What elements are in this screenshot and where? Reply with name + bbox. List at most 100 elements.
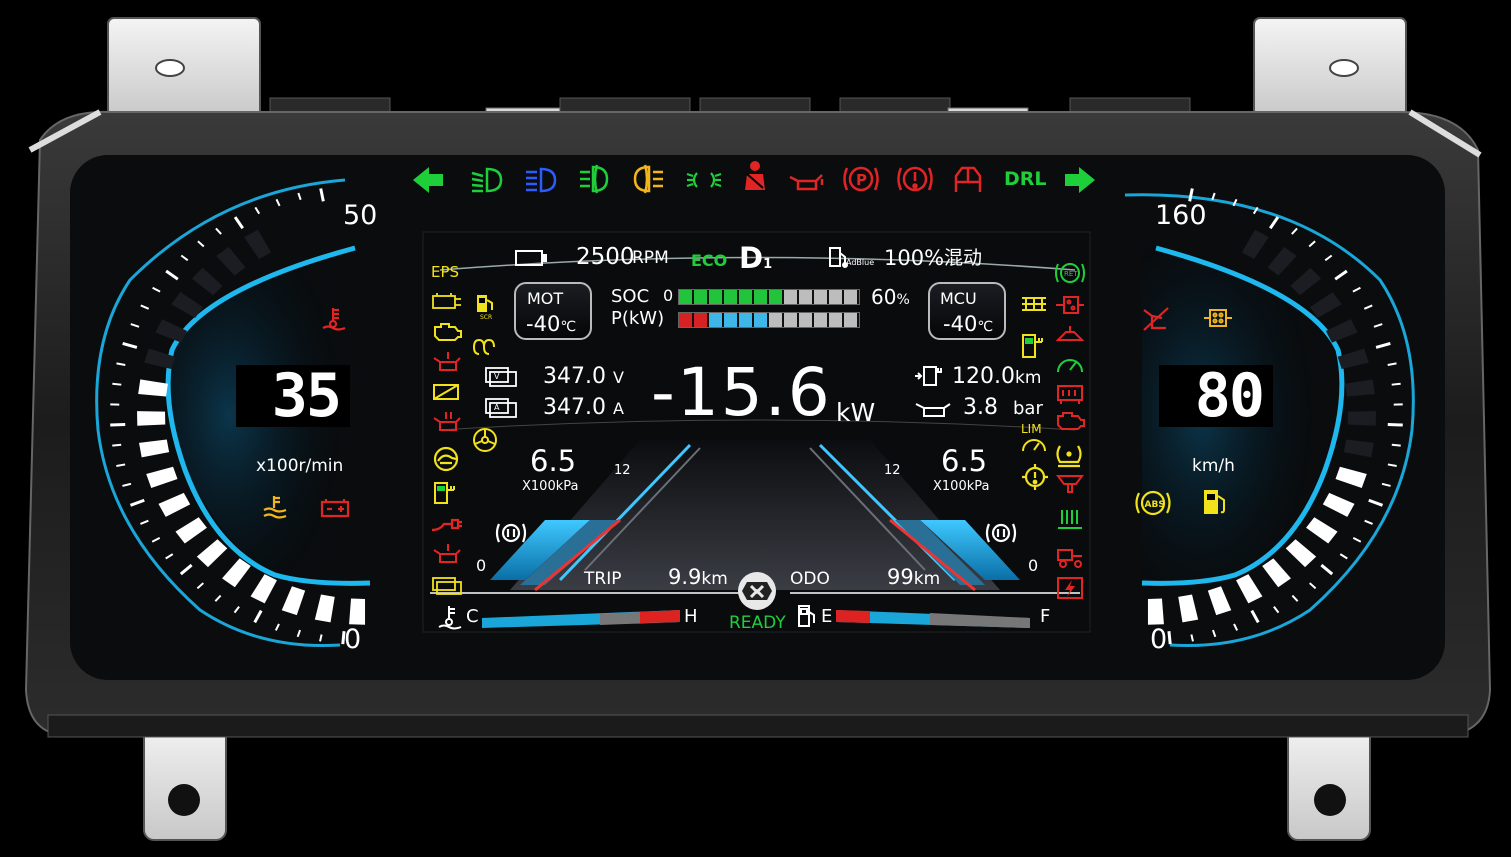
soc-bar-segment [769, 290, 784, 304]
right-gauge-segment [1241, 229, 1269, 259]
odo-unit: km [913, 569, 941, 589]
left-gauge-tick [140, 304, 150, 310]
check-engine-icon [430, 320, 464, 344]
lim-gauge-icon [1020, 435, 1048, 453]
speed-min-label: 0 [1150, 624, 1168, 655]
adblue-label: AdBlue [846, 258, 875, 267]
odo-number: 99 [887, 565, 914, 589]
mcu-temp-unit: ℃ [977, 319, 994, 335]
soc-label: SOC [611, 286, 650, 307]
left-gauge-segment [158, 492, 191, 517]
range-number: 120.0 [952, 364, 1015, 389]
soc-bar-segment [694, 290, 709, 304]
soc-bar-segment [784, 290, 799, 304]
scr-label: SCR [480, 314, 493, 321]
right-gauge-segment [1347, 411, 1376, 426]
low-fuel-icon [1200, 486, 1230, 518]
right-gauge-tick [1309, 582, 1317, 590]
power-bar-segment [694, 313, 709, 327]
right-gauge-tick [1324, 254, 1333, 262]
left-gauge-tick [165, 553, 174, 560]
right-gauge-tick [1252, 206, 1259, 215]
rpm-value: 2500 [576, 244, 635, 270]
seat-warning-icon [1054, 322, 1086, 348]
front-fog-icon [576, 162, 612, 196]
left-gauge-tick [180, 254, 189, 262]
power-bar-segment [829, 313, 844, 327]
soc-bar-segment [844, 290, 859, 304]
voltage-number: 347.0 [543, 364, 606, 389]
left-pressure-value: 6.5 [530, 444, 577, 478]
oil-pressure-icon [786, 166, 826, 194]
oil-filter-icon [1054, 470, 1086, 498]
svg-text:P: P [856, 171, 867, 189]
abs-icon: ABS [1134, 488, 1172, 518]
svg-text:V: V [494, 372, 500, 381]
power-value: -15.6 [651, 354, 832, 431]
left-gauge-tick [254, 206, 261, 215]
left-gauge-tick [296, 629, 301, 638]
odo-label: ODO [790, 569, 830, 589]
soc-bar-segment [724, 290, 739, 304]
right-gauge-tick [1391, 382, 1401, 386]
left-gauge-tick [122, 482, 132, 487]
lim-label: LIM [1021, 422, 1042, 436]
right-gauge-segment [1345, 379, 1375, 397]
mcu-temp-value: -40℃ [943, 314, 993, 335]
right-brake-pressure-icon [985, 520, 1017, 546]
left-gauge-segment [191, 267, 223, 296]
left-gauge-segment [250, 574, 277, 604]
soc-bar [678, 289, 860, 305]
coolant-temp-gauge-icon [436, 604, 464, 630]
seat-heating-fault-icon [1140, 304, 1172, 334]
right-gauge-tick [1339, 553, 1348, 560]
oil-pressure-unit: bar [1013, 398, 1043, 419]
dpf-icon [1202, 304, 1234, 332]
oil-can-icon [914, 398, 954, 420]
gear-fault-icon [1020, 462, 1050, 492]
right-gauge-tick [1387, 422, 1403, 427]
left-gauge-segment [144, 348, 176, 370]
left-gauge-segment [146, 466, 178, 488]
right-gauge-tick [1232, 198, 1238, 207]
power-bar-segment [709, 313, 724, 327]
svg-text:RET: RET [1064, 270, 1078, 278]
brand-logo-icon [734, 570, 780, 612]
left-gauge-segment [244, 229, 272, 259]
left-gauge-segment [137, 411, 166, 426]
tach-max-label: 50 [343, 200, 378, 231]
trip-number: 9.9 [668, 565, 702, 589]
right-gauge-tick [1250, 609, 1260, 624]
soc-bar-segment [814, 290, 829, 304]
oil-pressure-number: 3.8 [963, 395, 998, 420]
trip-label: TRIP [584, 569, 622, 589]
steering-fault-icon [470, 426, 500, 454]
engine-fault-icon [430, 290, 464, 312]
low-beam-icon [468, 164, 506, 196]
right-gauge-tick [1269, 216, 1280, 230]
drive-mode-label: 混动 [944, 247, 983, 269]
eco-label: ECO [691, 251, 728, 270]
left-pressure-max: 12 [614, 463, 631, 478]
left-gauge-segment [196, 539, 228, 568]
right-gauge-segment [1290, 267, 1322, 296]
left-gauge-tick [214, 594, 222, 602]
right-gauge-tick [1387, 463, 1397, 467]
power-bar-segment [784, 313, 799, 327]
charge-plug-icon [432, 480, 458, 506]
door-open-icon [950, 162, 986, 196]
right-gauge-tick [1190, 634, 1194, 642]
gear-indicator: D1 [739, 244, 772, 273]
battery-status-icon [514, 248, 548, 268]
coolant-level-icon [260, 494, 290, 522]
ready-label: READY [729, 613, 786, 633]
rpm-unit: RPM [632, 248, 669, 268]
mot-label: MOT [527, 289, 564, 308]
left-gauge-tick [112, 443, 122, 447]
left-pressure-unit: X100kPa [522, 479, 579, 494]
right-gauge-segment [1337, 348, 1369, 370]
soc-value: 60% [871, 287, 910, 307]
tach-min-label: 0 [344, 624, 362, 655]
right-gauge-tick [1363, 304, 1373, 310]
turn-right-arrow-icon [1062, 162, 1098, 198]
